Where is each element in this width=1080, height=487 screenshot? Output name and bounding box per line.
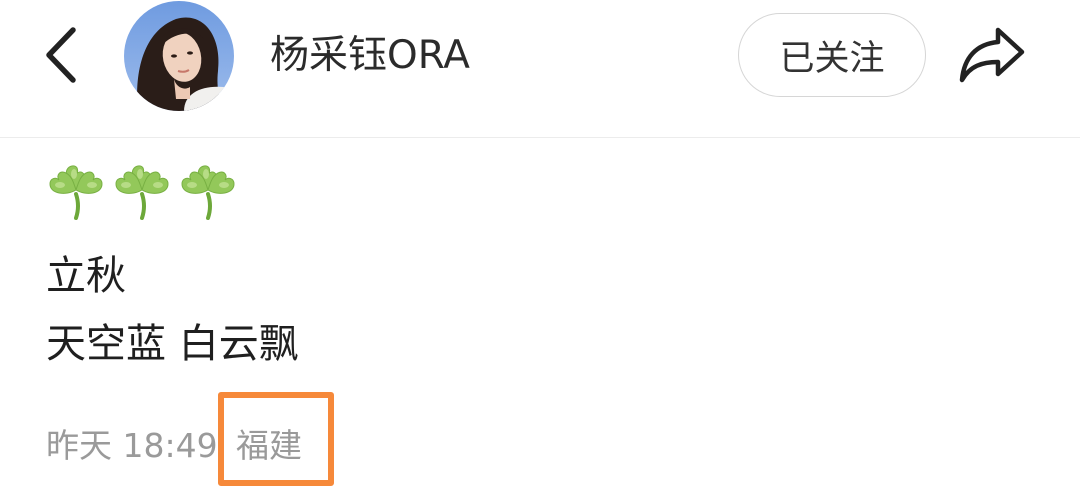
emoji-row [46,160,238,220]
shamrock-icon [49,165,103,220]
follow-button-label: 已关注 [779,38,885,79]
follow-button[interactable]: 已关注 [738,13,926,97]
post-timestamp: 昨天 18:49 [46,426,218,465]
weibo-post-page: 杨采钰ORA 已关注 立秋 天空蓝 白云飘 昨天 18:49 福建 [0,0,1080,487]
post-header: 杨采钰ORA 已关注 [0,0,1080,138]
post-text-line-1: 立秋 [46,253,126,299]
shamrock-icon [115,165,169,220]
share-arrow-icon [959,27,1025,83]
chevron-left-icon [46,27,76,83]
user-avatar [124,1,234,111]
avatar[interactable] [124,1,234,111]
username[interactable]: 杨采钰ORA [270,28,470,84]
shamrock-icon [181,165,235,220]
post-text-line-2: 天空蓝 白云飘 [46,321,299,367]
location-highlight-box [218,392,334,486]
back-button[interactable] [36,24,86,86]
share-button[interactable] [952,20,1032,90]
